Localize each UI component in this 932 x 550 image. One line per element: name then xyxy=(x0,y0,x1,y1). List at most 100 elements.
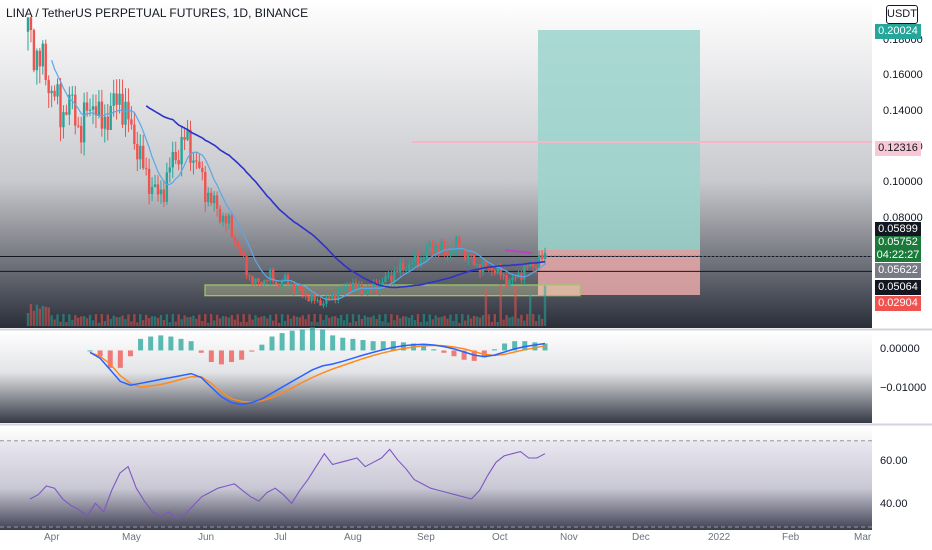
macd-histogram-bar xyxy=(87,350,93,352)
candle-body xyxy=(50,90,53,94)
volume-bar xyxy=(313,314,316,326)
candle-body xyxy=(449,252,452,256)
candle-body xyxy=(195,160,198,162)
macd-histogram-bar xyxy=(299,329,305,351)
volume-bar xyxy=(490,321,494,326)
volume-bar xyxy=(118,317,121,326)
time-axis-label: Jun xyxy=(198,532,215,543)
profit-zone[interactable] xyxy=(538,30,700,250)
volume-bar xyxy=(469,318,473,326)
candle-body xyxy=(159,189,163,195)
volume-bar xyxy=(298,317,301,326)
candle-body xyxy=(381,282,384,285)
candle-body xyxy=(319,300,322,306)
volume-bar xyxy=(378,314,381,326)
macd-histogram-bar xyxy=(168,336,174,351)
volume-bar xyxy=(209,314,213,326)
volume-bar xyxy=(295,316,299,326)
macd-histogram-bar xyxy=(269,336,275,351)
candle-body xyxy=(85,102,89,111)
volume-bar xyxy=(263,315,266,326)
volume-bar xyxy=(85,318,89,326)
candle-body xyxy=(251,275,254,284)
volume-bar xyxy=(316,322,319,326)
volume-bar xyxy=(103,321,107,326)
volume-bar xyxy=(372,315,375,326)
volume-bar xyxy=(153,316,157,326)
price-axis-tick: 0.14000 xyxy=(883,105,923,117)
volume-bar xyxy=(189,316,192,326)
volume-bar xyxy=(322,319,325,326)
candle-body xyxy=(245,256,248,275)
candle-body xyxy=(310,294,313,302)
volume-bar xyxy=(345,314,349,326)
candle-body xyxy=(242,251,245,257)
volume-bar xyxy=(159,314,163,326)
volume-bar xyxy=(139,314,142,326)
macd-histogram-bar xyxy=(370,341,376,351)
candle-body xyxy=(59,84,62,128)
volume-bar xyxy=(387,322,390,326)
price-tag-value: 0.20024 xyxy=(878,25,918,37)
candle-body xyxy=(469,253,473,255)
volume-bar xyxy=(174,321,177,326)
macd-histogram-bar xyxy=(138,338,144,351)
candle-body xyxy=(77,125,80,127)
candle-body xyxy=(168,167,172,173)
candle-body xyxy=(307,296,310,302)
volume-bar xyxy=(307,314,310,326)
candle-body xyxy=(289,283,293,285)
time-axis-label: Dec xyxy=(632,532,650,543)
candle-body xyxy=(192,160,195,163)
volume-bar xyxy=(511,316,514,326)
volume-bar xyxy=(407,317,411,326)
candle-body xyxy=(209,192,213,204)
volume-bar xyxy=(351,314,355,326)
rsi-axis-tick: 60.00 xyxy=(880,455,908,468)
volume-bar xyxy=(248,314,251,326)
candle-body xyxy=(360,284,364,294)
candle-body xyxy=(144,168,148,170)
chart-canvas[interactable] xyxy=(0,0,932,550)
price-tag: 0.05899 xyxy=(875,222,921,237)
candle-body xyxy=(387,275,390,277)
volume-bar xyxy=(342,320,346,326)
candle-body xyxy=(458,237,461,250)
volume-bar xyxy=(334,316,337,326)
candle-body xyxy=(56,84,59,97)
macd-histogram-bar xyxy=(320,329,326,351)
candle-body xyxy=(150,186,154,194)
candle-body xyxy=(537,254,541,268)
volume-bar xyxy=(301,315,304,326)
volume-bar xyxy=(455,314,458,326)
volume-bar xyxy=(472,315,476,326)
candle-body xyxy=(239,247,242,252)
volume-bar xyxy=(464,320,467,326)
volume-bar xyxy=(239,321,242,326)
candle-body xyxy=(328,297,331,300)
candle-body xyxy=(227,215,231,224)
volume-bar xyxy=(215,314,219,326)
candle-body xyxy=(295,285,299,292)
volume-bar xyxy=(97,322,101,326)
currency-selector[interactable]: USDT xyxy=(886,5,918,24)
volume-bar xyxy=(82,316,86,326)
price-tag-value: 0.05064 xyxy=(878,281,918,293)
candle-body xyxy=(257,278,260,283)
candle-body xyxy=(74,94,77,126)
volume-bar xyxy=(47,307,50,326)
candle-body xyxy=(71,94,74,96)
volume-bar xyxy=(440,316,443,326)
volume-bar xyxy=(257,317,260,326)
macd-histogram-bar xyxy=(117,350,123,368)
price-tag: 0.05752 04:22:27 xyxy=(875,236,921,262)
candle-body xyxy=(277,284,281,287)
volume-bar xyxy=(245,321,248,326)
candle-body xyxy=(354,282,358,288)
volume-bar xyxy=(177,314,180,326)
candle-body xyxy=(53,90,56,97)
candle-body xyxy=(171,151,174,168)
candle-body xyxy=(180,136,183,165)
candle-body xyxy=(156,184,160,195)
candle-body xyxy=(221,215,225,223)
